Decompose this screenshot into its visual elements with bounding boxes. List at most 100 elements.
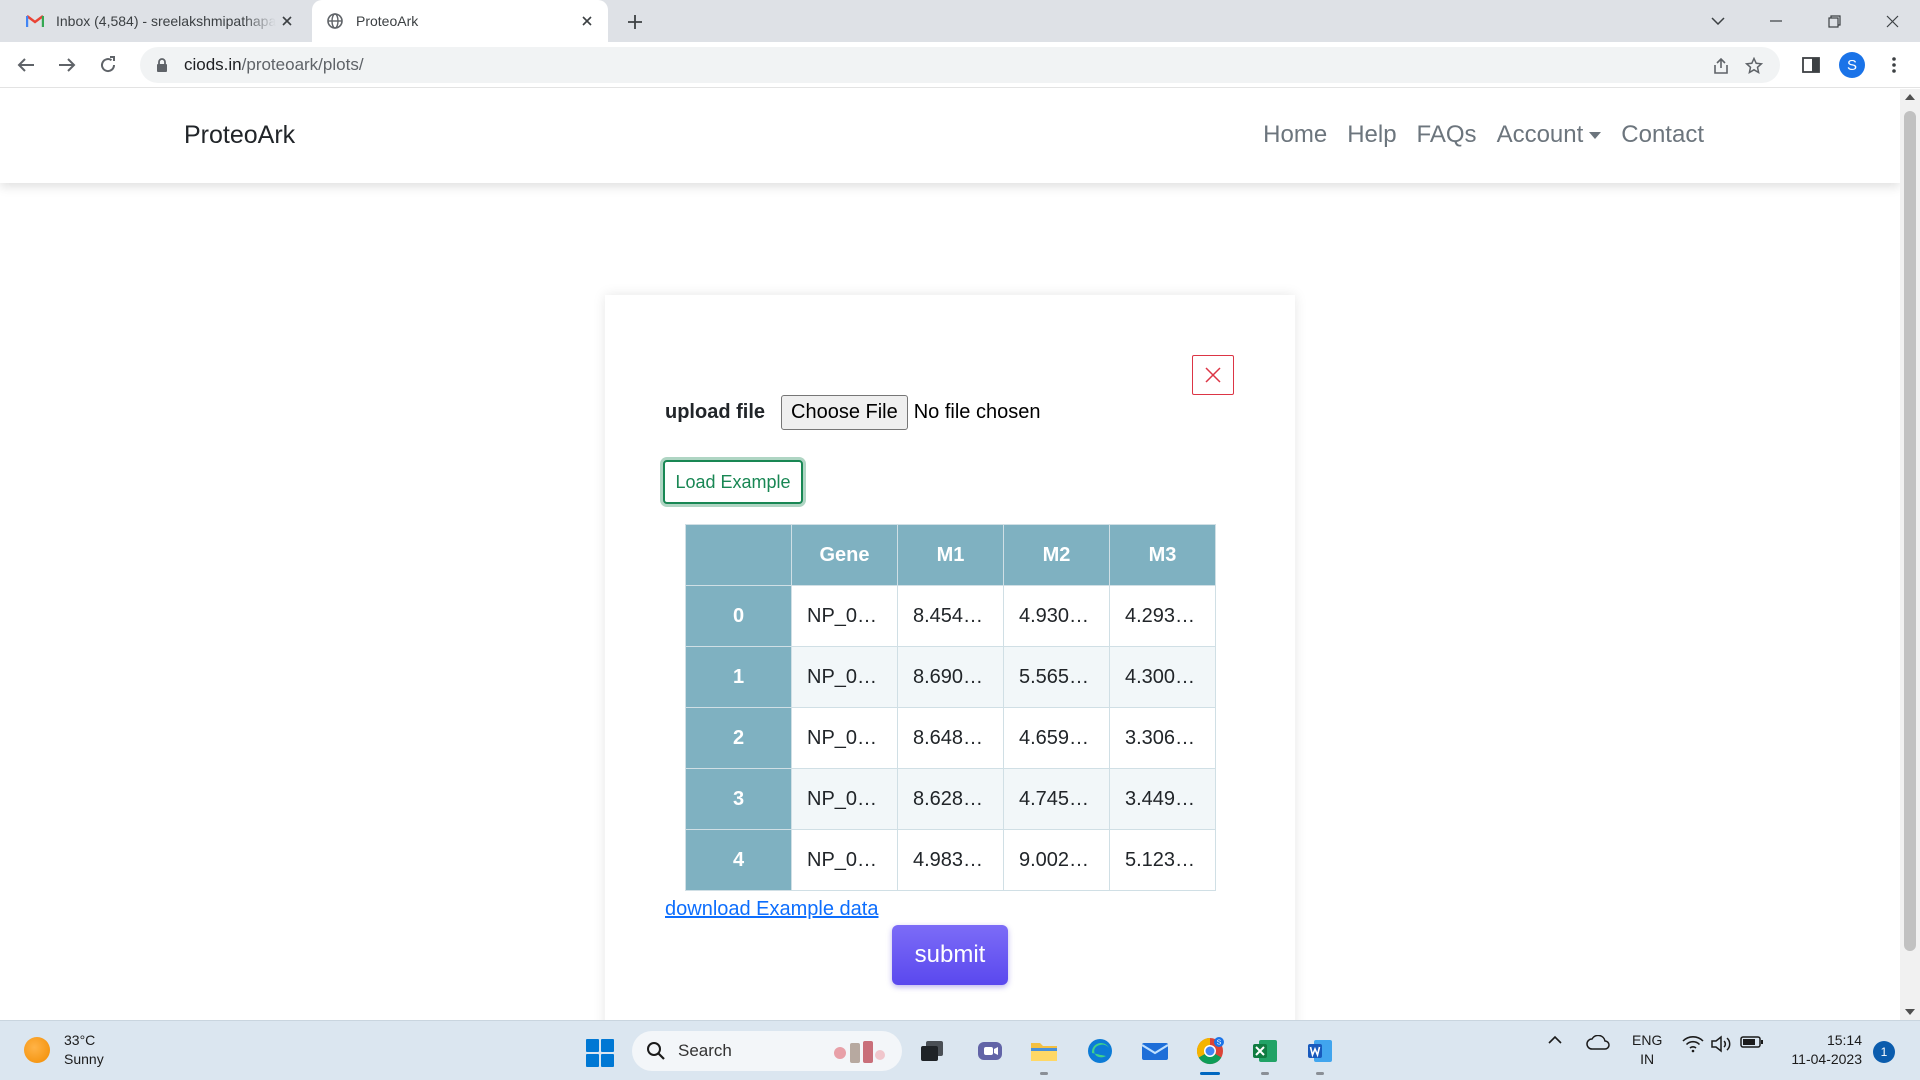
excel-icon[interactable] xyxy=(1247,1033,1283,1075)
column-header-gene: Gene xyxy=(791,524,898,586)
download-example-link[interactable]: download Example data xyxy=(665,898,878,921)
row-index: 0 xyxy=(685,585,792,647)
weather-widget[interactable]: 33°C Sunny xyxy=(24,1031,104,1069)
page-scrollbar[interactable] xyxy=(1900,89,1920,1020)
show-hidden-icons-icon[interactable] xyxy=(1547,1035,1563,1045)
scroll-up-icon[interactable] xyxy=(1905,94,1915,100)
scroll-thumb[interactable] xyxy=(1904,111,1916,951)
cell-m2: 5.565… xyxy=(1003,646,1110,708)
upload-card: upload file Choose File No file chosen L… xyxy=(605,295,1295,1020)
battery-icon[interactable] xyxy=(1740,1035,1764,1049)
onedrive-icon[interactable] xyxy=(1586,1035,1610,1051)
cell-m1: 8.454… xyxy=(897,585,1004,647)
word-icon[interactable] xyxy=(1302,1033,1338,1075)
row-index: 2 xyxy=(685,707,792,769)
column-header-m3: M3 xyxy=(1109,524,1216,586)
cell-m3: 4.300… xyxy=(1109,646,1216,708)
site-navbar: ProteoArk Home Help FAQs Account Contact xyxy=(0,89,1900,183)
cell-m2: 4.930… xyxy=(1003,585,1110,647)
volume-icon[interactable] xyxy=(1710,1035,1732,1053)
temperature: 33°C xyxy=(64,1032,96,1048)
search-icon xyxy=(647,1042,665,1060)
close-window-icon[interactable] xyxy=(1864,0,1920,42)
windows-taskbar: 33°C Sunny Search S ENG IN 15:14 11-04-2… xyxy=(0,1020,1920,1080)
cell-m3: 5.123… xyxy=(1109,829,1216,891)
table-row: 4 NP_0… 4.983… 9.002… 5.123… xyxy=(685,829,1216,891)
file-status: No file chosen xyxy=(913,401,1041,423)
chrome-icon[interactable]: S xyxy=(1192,1033,1228,1075)
chrome-profile-badge: S xyxy=(1217,1040,1222,1047)
column-header-index xyxy=(685,524,792,586)
profile-avatar[interactable]: S xyxy=(1838,51,1866,79)
column-header-m2: M2 xyxy=(1003,524,1110,586)
cell-gene: NP_0… xyxy=(791,768,898,830)
running-indicator xyxy=(1316,1072,1324,1075)
scroll-down-icon[interactable] xyxy=(1905,1009,1915,1015)
taskbar-search[interactable]: Search xyxy=(632,1031,902,1071)
restore-icon[interactable] xyxy=(1806,0,1862,42)
running-indicator xyxy=(1261,1072,1269,1075)
cell-gene: NP_0… xyxy=(791,829,898,891)
close-tab-icon[interactable] xyxy=(276,10,298,32)
task-view-icon[interactable] xyxy=(914,1033,950,1069)
nav-faqs[interactable]: FAQs xyxy=(1417,121,1477,149)
file-explorer-icon[interactable] xyxy=(1026,1033,1062,1075)
weather-text: 33°C Sunny xyxy=(64,1031,104,1069)
choose-file-button[interactable]: Choose File xyxy=(781,395,908,430)
close-icon xyxy=(1205,367,1221,383)
cell-gene: NP_0… xyxy=(791,646,898,708)
nav-links: Home Help FAQs Account Contact xyxy=(1263,121,1704,149)
tab-search-icon[interactable] xyxy=(1690,0,1746,42)
row-index: 3 xyxy=(685,768,792,830)
address-bar[interactable]: ciods.in/proteoark/plots/ xyxy=(140,47,1780,83)
browser-menu-icon[interactable] xyxy=(1880,51,1908,79)
row-index: 4 xyxy=(685,829,792,891)
nav-home[interactable]: Home xyxy=(1263,121,1327,149)
teams-chat-icon[interactable] xyxy=(972,1033,1008,1069)
notification-badge[interactable]: 1 xyxy=(1873,1041,1895,1063)
cell-m1: 4.983… xyxy=(897,829,1004,891)
table-row: 2 NP_0… 8.648… 4.659… 3.306… xyxy=(685,707,1216,769)
tab-title: ProteoArk xyxy=(356,13,419,29)
back-icon[interactable] xyxy=(12,51,40,79)
nav-contact[interactable]: Contact xyxy=(1621,121,1704,149)
url-text: ciods.in/proteoark/plots/ xyxy=(184,55,364,75)
reload-icon[interactable] xyxy=(94,51,122,79)
tab-gmail[interactable]: Inbox (4,584) - sreelakshmipathapati@gma… xyxy=(12,0,308,42)
close-tab-icon[interactable] xyxy=(576,10,598,32)
browser-toolbar: ciods.in/proteoark/plots/ S xyxy=(0,42,1920,88)
dropdown-caret-icon xyxy=(1589,131,1602,139)
site-brand[interactable]: ProteoArk xyxy=(184,121,295,150)
cell-m3: 3.449… xyxy=(1109,768,1216,830)
table-row: 0 NP_0… 8.454… 4.930… 4.293… xyxy=(685,585,1216,647)
nav-account[interactable]: Account xyxy=(1497,121,1602,149)
nav-help[interactable]: Help xyxy=(1347,121,1396,149)
cell-m1: 8.628… xyxy=(897,768,1004,830)
upload-label: upload file xyxy=(665,401,765,423)
language-code: ENG xyxy=(1632,1032,1663,1048)
load-example-button[interactable]: Load Example xyxy=(663,460,803,504)
cell-m2: 4.659… xyxy=(1003,707,1110,769)
minimize-icon[interactable] xyxy=(1748,0,1804,42)
lock-icon[interactable] xyxy=(152,57,172,73)
close-button[interactable] xyxy=(1192,355,1234,395)
taskbar-clock[interactable]: 15:14 11-04-2023 xyxy=(1782,1031,1862,1069)
upload-row: upload file Choose File No file chosen xyxy=(665,395,1040,430)
wifi-icon[interactable] xyxy=(1682,1035,1704,1053)
submit-button[interactable]: submit xyxy=(892,925,1008,985)
table-row: 1 NP_0… 8.690… 5.565… 4.300… xyxy=(685,646,1216,708)
edge-icon[interactable] xyxy=(1082,1033,1118,1069)
language-indicator[interactable]: ENG IN xyxy=(1632,1031,1662,1069)
example-data-table: Gene M1 M2 M3 0 NP_0… 8.454… 4.930… 4.29… xyxy=(685,524,1216,891)
side-panel-icon[interactable] xyxy=(1797,51,1825,79)
bookmark-star-icon[interactable] xyxy=(1743,55,1765,77)
tab-proteoark[interactable]: ProteoArk xyxy=(312,0,608,42)
new-tab-icon[interactable] xyxy=(622,9,648,35)
region-code: IN xyxy=(1640,1051,1655,1067)
start-icon[interactable] xyxy=(586,1039,614,1067)
share-icon[interactable] xyxy=(1710,55,1732,77)
mail-icon[interactable] xyxy=(1137,1033,1173,1069)
row-index: 1 xyxy=(685,646,792,708)
forward-icon[interactable] xyxy=(53,51,81,79)
tab-title: Inbox (4,584) - sreelakshmipathapati@gma… xyxy=(56,13,276,29)
